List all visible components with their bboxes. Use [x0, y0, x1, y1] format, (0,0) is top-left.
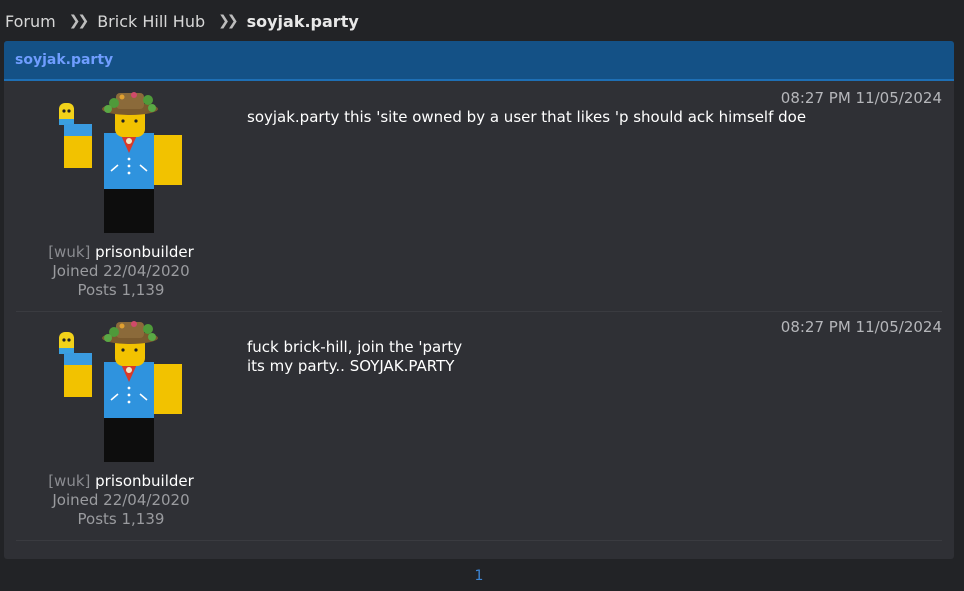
- post-author: [wuk] prisonbuilder Joined 22/04/2020 Po…: [16, 312, 226, 540]
- post-body: soyjak.party this 'site owned by a user …: [247, 108, 937, 127]
- author-name-line: [wuk] prisonbuilder: [16, 472, 226, 491]
- clan-tag[interactable]: [wuk]: [48, 472, 90, 490]
- chevron-right-icon: ❯❯: [218, 13, 239, 29]
- author-username[interactable]: prisonbuilder: [95, 472, 194, 490]
- avatar[interactable]: [56, 91, 186, 241]
- author-post-count: Posts 1,139: [77, 281, 165, 299]
- post-body-line: soyjak.party this 'site owned by a user …: [247, 108, 807, 126]
- pagination: 1: [0, 568, 958, 584]
- post-body-line: fuck brick-hill, join the 'party: [247, 338, 463, 356]
- author-name-line: [wuk] prisonbuilder: [16, 243, 226, 262]
- post-body-line: its my party.. SOYJAK.PARTY: [247, 357, 455, 375]
- clan-tag[interactable]: [wuk]: [48, 243, 90, 261]
- author-username[interactable]: prisonbuilder: [95, 243, 194, 261]
- post-timestamp: 08:27 PM 11/05/2024: [780, 89, 942, 107]
- post-author: [wuk] prisonbuilder Joined 22/04/2020 Po…: [16, 83, 226, 311]
- thread-container: soyjak.party [wuk] prisonbuilder Joined …: [4, 41, 954, 559]
- breadcrumb-current-thread: soyjak.party: [246, 11, 359, 31]
- breadcrumb: Forum ❯❯ Brick Hill Hub ❯❯ soyjak.party: [5, 10, 359, 32]
- author-post-count: Posts 1,139: [77, 510, 165, 528]
- avatar[interactable]: [56, 320, 186, 470]
- forum-post: [wuk] prisonbuilder Joined 22/04/2020 Po…: [16, 312, 942, 541]
- thread-title-bar: soyjak.party: [4, 41, 954, 81]
- post-timestamp: 08:27 PM 11/05/2024: [780, 318, 942, 336]
- chevron-right-icon: ❯❯: [68, 13, 90, 29]
- forum-post: [wuk] prisonbuilder Joined 22/04/2020 Po…: [16, 83, 942, 312]
- post-body: fuck brick-hill, join the 'party its my …: [247, 338, 937, 376]
- thread-title: soyjak.party: [15, 52, 114, 68]
- breadcrumb-brick-hill-hub[interactable]: Brick Hill Hub: [97, 12, 205, 31]
- author-joined-date: Joined 22/04/2020: [52, 262, 190, 280]
- page-link-current[interactable]: 1: [475, 568, 484, 584]
- breadcrumb-forum[interactable]: Forum: [5, 12, 56, 31]
- author-joined-date: Joined 22/04/2020: [52, 491, 190, 509]
